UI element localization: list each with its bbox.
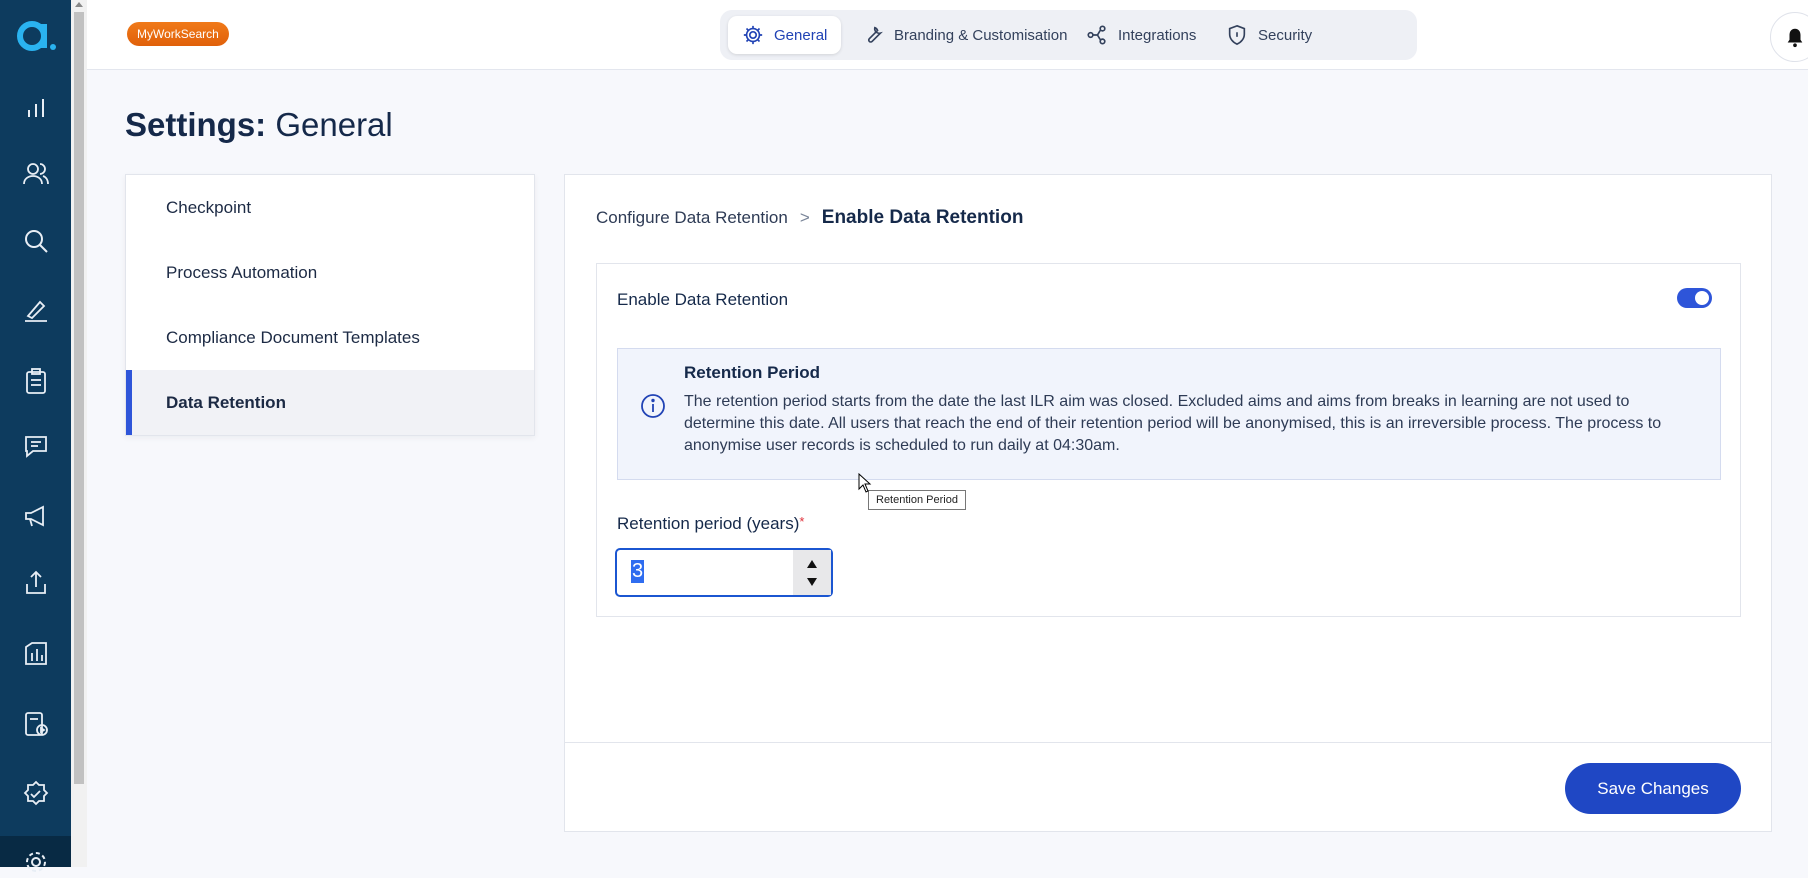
retention-settings-card: Enable Data Retention Retention Period T… xyxy=(596,263,1741,617)
tab-security[interactable]: Security xyxy=(1212,16,1326,54)
page-title-section: General xyxy=(275,106,393,143)
mouse-cursor-icon xyxy=(858,473,872,493)
reports-icon[interactable] xyxy=(20,637,52,669)
clipboard-icon[interactable] xyxy=(20,365,52,397)
tab-integrations[interactable]: Integrations xyxy=(1072,16,1210,54)
badge-check-icon[interactable] xyxy=(20,778,52,810)
shield-icon xyxy=(1228,24,1246,46)
menu-item-process-automation[interactable]: Process Automation xyxy=(126,240,534,305)
breadcrumb-current: Enable Data Retention xyxy=(821,207,1024,228)
pen-signature-icon[interactable] xyxy=(20,294,52,326)
document-video-icon[interactable] xyxy=(20,708,52,740)
settings-menu: Checkpoint Process Automation Compliance… xyxy=(125,174,535,436)
gear-icon xyxy=(743,25,763,45)
settings-tabs: General Branding & Customisation Integra… xyxy=(720,10,1417,60)
settings-gear-icon[interactable] xyxy=(20,846,52,878)
enable-retention-label: Enable Data Retention xyxy=(617,290,789,309)
notifications-button[interactable] xyxy=(1770,12,1808,62)
bell-icon xyxy=(1787,28,1803,48)
retention-period-input[interactable]: 3 xyxy=(615,548,833,597)
required-asterisk: * xyxy=(799,514,805,529)
menu-item-compliance-document-templates[interactable]: Compliance Document Templates xyxy=(126,305,534,370)
retention-period-label-text: Retention period (years) xyxy=(617,514,800,533)
tab-label: Branding & Customisation xyxy=(894,26,1068,44)
retention-period-value[interactable]: 3 xyxy=(631,560,645,583)
tooltip: Retention Period xyxy=(868,490,966,510)
data-retention-panel: Configure Data Retention > Enable Data R… xyxy=(564,174,1772,832)
menu-item-data-retention[interactable]: Data Retention xyxy=(126,370,534,435)
footer-divider xyxy=(565,742,1771,743)
save-changes-button[interactable]: Save Changes xyxy=(1565,763,1741,814)
scroll-up-arrow-icon[interactable] xyxy=(75,2,83,7)
tab-label: Security xyxy=(1258,26,1313,44)
menu-item-checkpoint[interactable]: Checkpoint xyxy=(126,175,534,240)
info-description: The retention period starts from the dat… xyxy=(684,393,1662,454)
chevron-right-icon: > xyxy=(799,208,810,227)
breadcrumb: Configure Data Retention > Enable Data R… xyxy=(596,207,1023,229)
left-nav xyxy=(0,0,71,872)
side-scrollbar[interactable] xyxy=(71,0,87,867)
toggle-knob xyxy=(1695,291,1709,305)
tab-branding[interactable]: Branding & Customisation xyxy=(848,16,1081,54)
chat-icon[interactable] xyxy=(20,430,52,462)
retention-period-label: Retention period (years)* xyxy=(617,514,804,534)
analytics-icon[interactable] xyxy=(20,93,52,125)
number-stepper[interactable] xyxy=(793,550,831,595)
page-title: Settings: General xyxy=(125,106,393,144)
tab-label: Integrations xyxy=(1118,26,1197,44)
retention-info-box: Retention Period The retention period st… xyxy=(617,348,1721,480)
megaphone-icon[interactable] xyxy=(20,500,52,532)
search-icon[interactable] xyxy=(20,225,52,257)
app-logo[interactable] xyxy=(16,14,56,54)
tab-label: General xyxy=(774,26,828,44)
stepper-down-arrow-icon[interactable] xyxy=(807,578,817,586)
top-bar: MyWorkSearch General Branding & Customis… xyxy=(87,0,1808,70)
page-title-bold: Settings: xyxy=(125,106,267,143)
breadcrumb-parent-link[interactable]: Configure Data Retention xyxy=(596,208,788,228)
scrollbar-thumb[interactable] xyxy=(74,12,84,784)
info-title: Retention Period xyxy=(684,363,821,382)
enable-retention-toggle[interactable] xyxy=(1677,288,1712,308)
upload-icon[interactable] xyxy=(20,566,52,598)
share-nodes-icon xyxy=(1087,25,1106,45)
wrench-icon xyxy=(868,26,883,43)
info-icon xyxy=(641,394,665,418)
brand-badge[interactable]: MyWorkSearch xyxy=(127,22,229,46)
tab-general[interactable]: General xyxy=(728,16,842,54)
users-icon[interactable] xyxy=(20,158,52,190)
stepper-up-arrow-icon[interactable] xyxy=(807,560,817,568)
